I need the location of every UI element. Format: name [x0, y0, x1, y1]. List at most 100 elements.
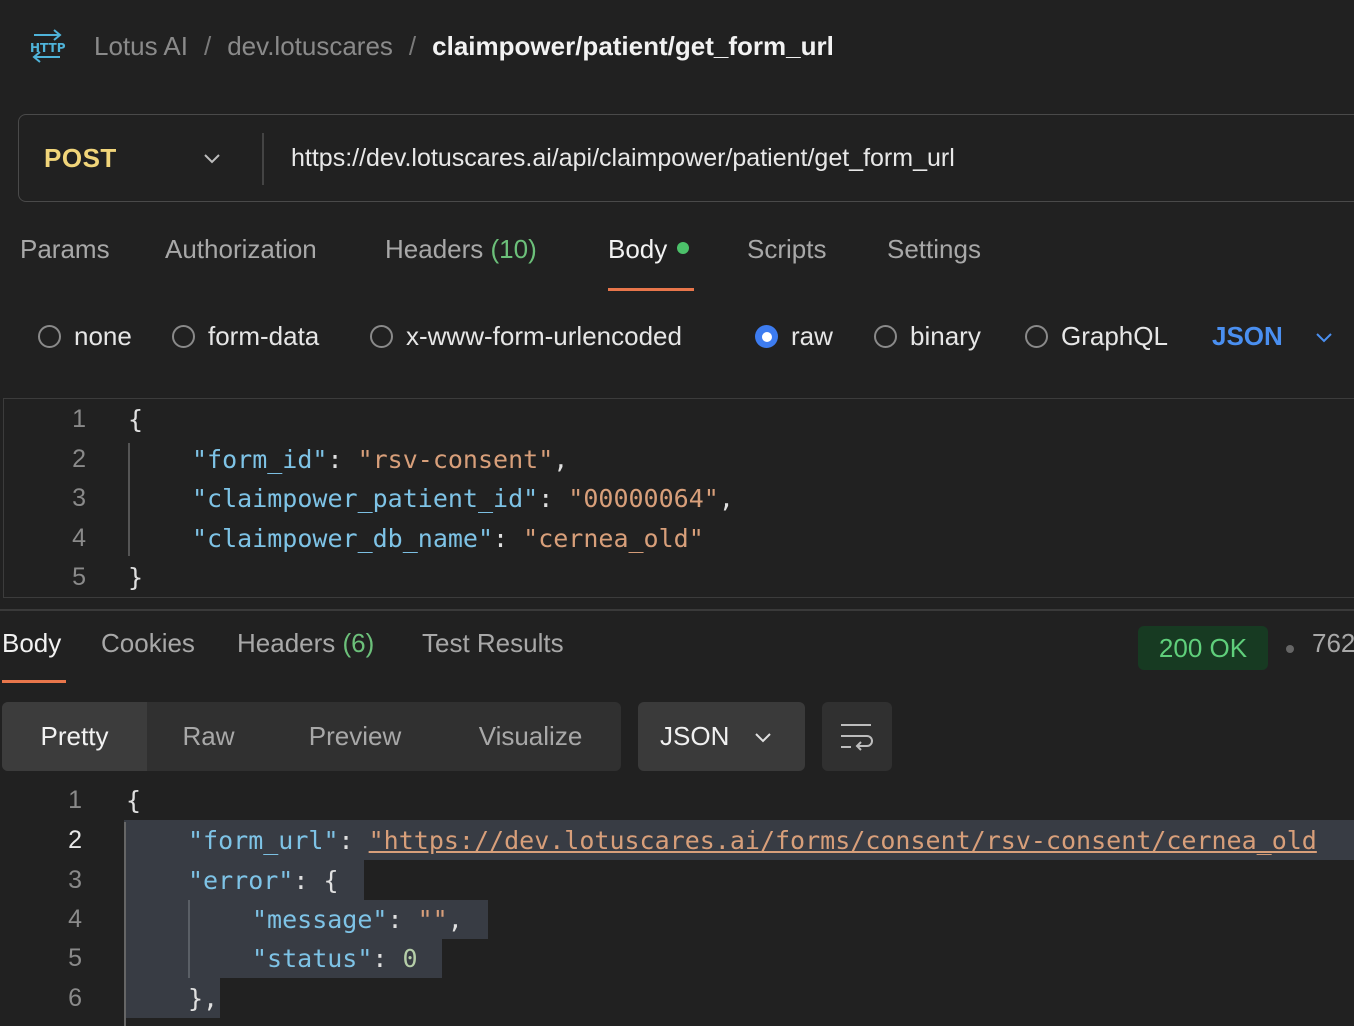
json-key: "form_id": [192, 444, 328, 474]
pane-divider[interactable]: [0, 609, 1354, 611]
chevron-down-icon[interactable]: [201, 147, 223, 169]
tab-body-label: Body: [608, 234, 668, 264]
response-format-label: JSON: [660, 721, 730, 751]
json-string: "00000064": [568, 483, 719, 513]
view-visualize-button[interactable]: Visualize: [440, 702, 621, 771]
json-key: "status": [252, 943, 373, 973]
response-view-selector: Pretty Raw Preview Visualize: [2, 702, 621, 771]
radio-circle: [1025, 324, 1048, 348]
line-number: 4: [68, 904, 82, 933]
wrap-lines-icon: [841, 724, 873, 751]
json-key: "error": [188, 865, 294, 895]
view-preview-button[interactable]: Preview: [270, 702, 440, 771]
chevron-down-icon[interactable]: [1313, 326, 1335, 348]
radio-circle-selected: [755, 324, 778, 348]
json-string: "cernea_old": [523, 523, 704, 553]
response-format-select[interactable]: JSON: [638, 702, 805, 771]
indent-guide: [188, 900, 190, 978]
breadcrumb-collection[interactable]: dev.lotuscares: [227, 31, 393, 62]
http-icon: HTTP: [30, 29, 66, 63]
wrap-lines-button[interactable]: [822, 702, 892, 771]
line-number: 1: [68, 785, 82, 814]
code-line: "claimpower_db_name": "cernea_old": [192, 523, 704, 553]
code-brace: {: [323, 865, 339, 895]
json-key: "claimpower_db_name": [192, 523, 494, 553]
response-body-viewer[interactable]: 1 { 2 "form_url": "https://dev.lotuscare…: [0, 780, 1354, 1026]
line-number: 2: [68, 825, 82, 854]
line-number: 5: [72, 562, 86, 591]
breadcrumb: HTTP Lotus AI / dev.lotuscares / claimpo…: [28, 26, 834, 66]
url-input[interactable]: https://dev.lotuscares.ai/api/claimpower…: [291, 115, 955, 201]
radio-form-data-label: form-data: [208, 320, 320, 351]
tab-settings[interactable]: Settings: [887, 234, 981, 265]
separator-dot-icon: [1286, 645, 1294, 653]
divider: [262, 133, 264, 185]
radio-graphql-label: GraphQL: [1061, 320, 1168, 351]
line-number: 1: [72, 404, 86, 433]
tab-authorization[interactable]: Authorization: [165, 234, 317, 265]
json-string: "rsv-consent": [357, 444, 554, 474]
response-tab-body[interactable]: Body: [2, 628, 61, 659]
radio-circle: [172, 324, 195, 348]
tab-headers[interactable]: Headers (10): [385, 234, 537, 265]
code-brace: }: [128, 562, 144, 592]
response-tab-test-results[interactable]: Test Results: [422, 628, 564, 659]
svg-text:HTTP: HTTP: [30, 41, 66, 55]
status-badge[interactable]: 200 OK: [1138, 626, 1268, 670]
json-number: 0: [402, 943, 418, 973]
radio-circle: [370, 324, 393, 348]
body-language-select[interactable]: JSON: [1212, 316, 1283, 356]
code-line: "message": "",: [252, 904, 463, 934]
radio-form-data[interactable]: form-data: [172, 316, 319, 356]
response-tab-cookies[interactable]: Cookies: [101, 628, 195, 659]
code-line: "claimpower_patient_id": "00000064",: [192, 483, 734, 513]
line-number: 5: [68, 943, 82, 972]
radio-graphql[interactable]: GraphQL: [1025, 316, 1168, 356]
view-raw-button[interactable]: Raw: [147, 702, 270, 771]
line-number: 4: [72, 523, 86, 552]
json-comma: ,: [553, 444, 569, 474]
tab-body[interactable]: Body: [608, 234, 690, 265]
radio-urlencoded-label: x-www-form-urlencoded: [406, 320, 682, 351]
modified-dot-icon: [677, 242, 690, 255]
active-response-tab-indicator: [2, 680, 66, 683]
breadcrumb-request-name[interactable]: claimpower/patient/get_form_url: [432, 31, 834, 62]
code-line: "form_url": "https://dev.lotuscares.ai/f…: [188, 825, 1317, 855]
radio-binary[interactable]: binary: [874, 316, 981, 356]
indent-guide: [128, 443, 130, 556]
json-key: "message": [252, 904, 388, 934]
code-brace: },: [188, 983, 219, 1013]
tab-scripts[interactable]: Scripts: [747, 234, 826, 265]
radio-none[interactable]: none: [38, 316, 132, 356]
line-number: 3: [68, 865, 82, 894]
response-time[interactable]: 762: [1312, 628, 1354, 659]
code-brace: {: [128, 404, 144, 434]
request-body-editor[interactable]: 1 { 2 "form_id": "rsv-consent", 3 "claim…: [3, 398, 1354, 598]
json-string: "": [417, 904, 448, 934]
json-url-link[interactable]: "https://dev.lotuscares.ai/forms/consent…: [369, 826, 1317, 855]
code-line: "form_id": "rsv-consent",: [192, 444, 569, 474]
request-bar: POST https://dev.lotuscares.ai/api/claim…: [18, 114, 1354, 202]
breadcrumb-separator: /: [408, 30, 417, 61]
radio-circle: [874, 324, 897, 348]
line-number: 3: [72, 483, 86, 512]
radio-binary-label: binary: [910, 320, 981, 351]
radio-urlencoded[interactable]: x-www-form-urlencoded: [370, 316, 682, 356]
response-headers-count: (6): [342, 628, 375, 658]
radio-raw[interactable]: raw: [755, 316, 833, 356]
radio-circle: [38, 324, 61, 348]
line-number: 2: [72, 444, 86, 473]
code-line: "status": 0: [252, 943, 418, 973]
radio-raw-label: raw: [791, 320, 833, 351]
breadcrumb-workspace[interactable]: Lotus AI: [94, 31, 188, 62]
chevron-down-icon: [755, 733, 771, 743]
method-select[interactable]: POST: [44, 115, 117, 201]
json-comma: ,: [718, 483, 734, 513]
headers-count: (10): [490, 234, 537, 264]
line-number: 6: [68, 983, 82, 1012]
tab-params[interactable]: Params: [20, 234, 110, 265]
response-tab-headers-label: Headers: [237, 628, 336, 658]
response-tab-headers[interactable]: Headers (6): [237, 628, 374, 659]
code-brace: {: [126, 785, 142, 815]
view-pretty-button[interactable]: Pretty: [2, 702, 147, 771]
